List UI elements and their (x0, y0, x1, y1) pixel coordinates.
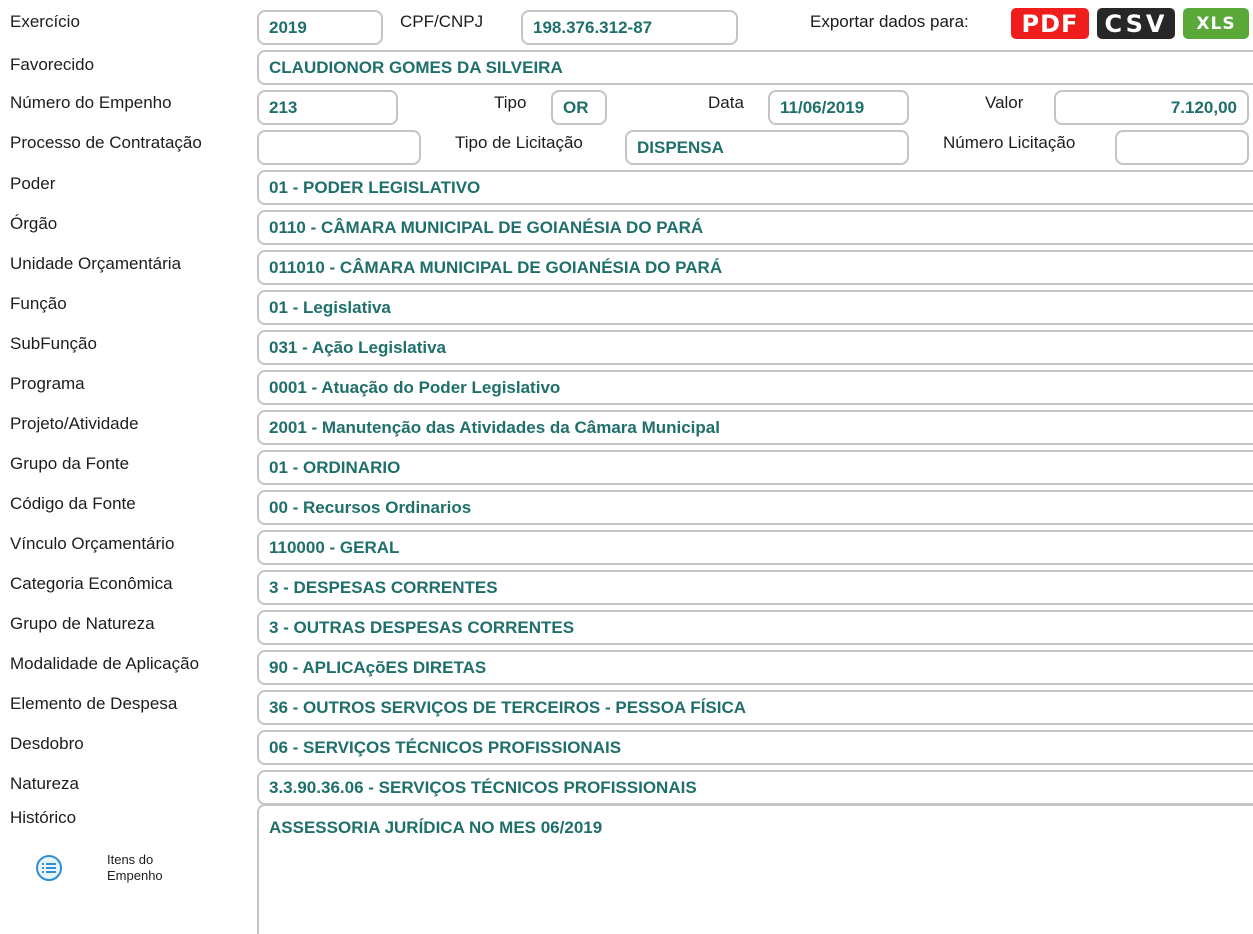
cpf-label: CPF/CNPJ (400, 12, 484, 31)
data-label: Data (708, 93, 744, 112)
list-icon[interactable] (36, 855, 62, 881)
desdobro-field[interactable]: 06 - SERVIÇOS TÉCNICOS PROFISSIONAIS (257, 730, 1253, 765)
export-pdf-button[interactable]: PDF (1011, 8, 1089, 39)
codigo-fonte-label: Código da Fonte (10, 494, 136, 513)
tipo-licitacao-field[interactable]: DISPENSA (625, 130, 909, 165)
data-field[interactable]: 11/06/2019 (768, 90, 909, 125)
elemento-despesa-field[interactable]: 36 - OUTROS SERVIÇOS DE TERCEIROS - PESS… (257, 690, 1253, 725)
modalidade-aplicacao-field[interactable]: 90 - APLICAçõES DIRETAS (257, 650, 1253, 685)
poder-field[interactable]: 01 - PODER LEGISLATIVO (257, 170, 1253, 205)
tipo-field[interactable]: OR (551, 90, 607, 125)
vinculo-orcamentario-field[interactable]: 110000 - GERAL (257, 530, 1253, 565)
modalidade-aplicacao-label: Modalidade de Aplicação (10, 654, 200, 673)
historico-field[interactable]: ASSESSORIA JURÍDICA NO MES 06/2019 (257, 804, 1253, 934)
exercicio-label: Exercício (10, 12, 80, 31)
elemento-despesa-label: Elemento de Despesa (10, 694, 178, 713)
historico-label: Histórico (10, 808, 77, 827)
tipo-label: Tipo (494, 93, 527, 112)
funcao-label: Função (10, 294, 67, 313)
natureza-field[interactable]: 3.3.90.36.06 - SERVIÇOS TÉCNICOS PROFISS… (257, 770, 1253, 805)
exercicio-field[interactable]: 2019 (257, 10, 383, 45)
subfuncao-field[interactable]: 031 - Ação Legislativa (257, 330, 1253, 365)
categoria-economica-label: Categoria Econômica (10, 574, 173, 593)
processo-label: Processo de Contratação (10, 133, 202, 152)
subfuncao-label: SubFunção (10, 334, 97, 353)
numero-licitacao-label: Número Licitação (943, 133, 1076, 152)
export-xls-button[interactable]: XLS (1183, 8, 1249, 39)
grupo-fonte-field[interactable]: 01 - ORDINARIO (257, 450, 1253, 485)
vinculo-orcamentario-label: Vínculo Orçamentário (10, 534, 175, 553)
export-csv-button[interactable]: CSV (1097, 8, 1175, 39)
valor-field[interactable]: 7.120,00 (1054, 90, 1249, 125)
projeto-atividade-field[interactable]: 2001 - Manutenção das Atividades da Câma… (257, 410, 1253, 445)
numero-empenho-label: Número do Empenho (10, 93, 172, 112)
itens-empenho-label-line1: Itens do (107, 852, 154, 867)
programa-field[interactable]: 0001 - Atuação do Poder Legislativo (257, 370, 1253, 405)
numero-empenho-field[interactable]: 213 (257, 90, 398, 125)
unidade-orcamentaria-field[interactable]: 011010 - CÂMARA MUNICIPAL DE GOIANÉSIA D… (257, 250, 1253, 285)
categoria-economica-field[interactable]: 3 - DESPESAS CORRENTES (257, 570, 1253, 605)
itens-empenho-link[interactable]: Itens do Empenho (107, 852, 163, 884)
grupo-natureza-label: Grupo de Natureza (10, 614, 155, 633)
desdobro-label: Desdobro (10, 734, 84, 753)
favorecido-field[interactable]: CLAUDIONOR GOMES DA SILVEIRA (257, 50, 1253, 85)
projeto-atividade-label: Projeto/Atividade (10, 414, 139, 433)
grupo-fonte-label: Grupo da Fonte (10, 454, 130, 473)
favorecido-label: Favorecido (10, 55, 95, 74)
itens-empenho-label-line2: Empenho (107, 868, 163, 883)
processo-field[interactable] (257, 130, 421, 165)
programa-label: Programa (10, 374, 85, 393)
natureza-label: Natureza (10, 774, 79, 793)
orgao-field[interactable]: 0110 - CÂMARA MUNICIPAL DE GOIANÉSIA DO … (257, 210, 1253, 245)
unidade-orcamentaria-label: Unidade Orçamentária (10, 254, 182, 273)
tipo-licitacao-label: Tipo de Licitação (455, 133, 583, 152)
valor-label: Valor (985, 93, 1024, 112)
funcao-field[interactable]: 01 - Legislativa (257, 290, 1253, 325)
orgao-label: Órgão (10, 214, 58, 233)
numero-licitacao-field[interactable] (1115, 130, 1249, 165)
poder-label: Poder (10, 174, 56, 193)
codigo-fonte-field[interactable]: 00 - Recursos Ordinarios (257, 490, 1253, 525)
grupo-natureza-field[interactable]: 3 - OUTRAS DESPESAS CORRENTES (257, 610, 1253, 645)
export-label: Exportar dados para: (810, 12, 969, 31)
cpf-field[interactable]: 198.376.312-87 (521, 10, 738, 45)
